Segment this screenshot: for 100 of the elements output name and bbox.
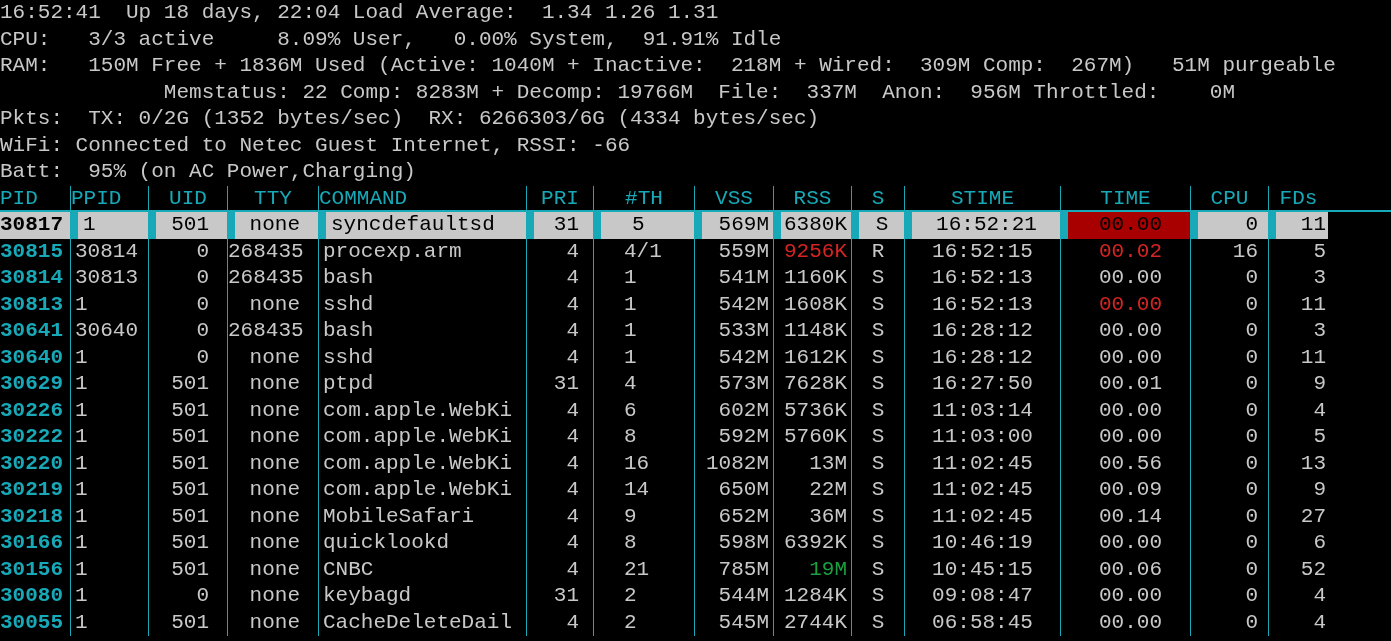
table-cell: none bbox=[227, 556, 318, 583]
table-cell-text: 30814 bbox=[0, 265, 64, 291]
table-cell: S bbox=[851, 477, 904, 504]
table-cell: 4 bbox=[526, 344, 593, 371]
table-cell: 650M bbox=[694, 477, 773, 504]
table-cell: 1612K bbox=[773, 344, 851, 371]
table-cell: 2744K bbox=[773, 609, 851, 636]
table-cell: 268435 bbox=[227, 318, 318, 345]
table-cell: 4 bbox=[526, 556, 593, 583]
table-cell: 501 bbox=[148, 424, 227, 451]
table-cell: 1 bbox=[70, 371, 148, 398]
table-cell: 0 bbox=[148, 238, 227, 265]
table-cell: 1 bbox=[70, 477, 148, 504]
table-cell: 8 bbox=[593, 424, 694, 451]
table-cell: 00.00 bbox=[1060, 291, 1190, 318]
table-cell: S bbox=[851, 212, 904, 239]
table-cell: sshd bbox=[318, 344, 526, 371]
table-cell: 21 bbox=[593, 556, 694, 583]
table-cell-text: 30218 bbox=[0, 503, 64, 530]
column-header[interactable]: PID bbox=[0, 185, 70, 212]
table-cell: bash bbox=[318, 265, 526, 292]
table-cell: 1284K bbox=[773, 583, 851, 610]
table-cell: S bbox=[851, 291, 904, 318]
table-cell: 1 bbox=[70, 291, 148, 318]
table-cell: 501 bbox=[148, 397, 227, 424]
process-row[interactable]: 30817 1 501 none syncdefaultsd 31 5 569M 6380K S 16:52:21 00.00 0 11 bbox=[0, 212, 1391, 239]
process-row[interactable]: 30814 30813 0 268435 bash 4 1 541M 1160K S 16:52:13 00.00 0 3 bbox=[0, 265, 1391, 292]
table-cell: 4 bbox=[1268, 609, 1328, 636]
table-cell: 0 bbox=[1190, 477, 1268, 504]
process-row[interactable]: 30815 30814 0 268435 procexp.arm 4 4/1 559M 9256K R 16:52:15 00.02 16 5 bbox=[0, 238, 1391, 265]
table-cell: none bbox=[227, 291, 318, 318]
table-cell: 4 bbox=[526, 291, 593, 318]
table-cell: S bbox=[851, 371, 904, 398]
table-cell: 1 bbox=[70, 556, 148, 583]
table-cell: S bbox=[851, 583, 904, 610]
process-row[interactable]: 30218 1 501 none MobileSafari 4 9 652M 36M S 11:02:45 00.14 0 27 bbox=[0, 503, 1391, 530]
table-cell: 11:02:45 bbox=[904, 503, 1060, 530]
table-cell-text: 30055 bbox=[0, 609, 64, 636]
status-line: Batt: 95% (on AC Power,Charging) bbox=[0, 159, 417, 185]
process-row[interactable]: 30641 30640 0 268435 bash 4 1 533M 1148K S 16:28:12 00.00 0 3 bbox=[0, 318, 1391, 345]
table-cell: 0 bbox=[1190, 212, 1268, 239]
table-cell: 6380K bbox=[773, 212, 851, 239]
table-cell: 0 bbox=[148, 344, 227, 371]
table-cell: 0 bbox=[148, 265, 227, 292]
table-cell: 0 bbox=[148, 318, 227, 345]
table-cell: S bbox=[851, 503, 904, 530]
table-cell: 501 bbox=[148, 450, 227, 477]
table-cell: 0 bbox=[1190, 397, 1268, 424]
table-cell: 542M bbox=[694, 291, 773, 318]
status-line: WiFi: Connected to Netec Guest Internet, RSSI: -66 bbox=[0, 132, 632, 159]
table-cell: S bbox=[851, 609, 904, 636]
process-row[interactable]: 30219 1 501 none com.apple.WebKi 4 14 650M 22M S 11:02:45 00.09 0 9 bbox=[0, 477, 1391, 504]
process-row[interactable]: 30813 1 0 none sshd 4 1 542M 1608K S 16:52:13 00.00 0 11 bbox=[0, 291, 1391, 318]
process-row[interactable]: 30226 1 501 none com.apple.WebKi 4 6 602M 5736K S 11:03:14 00.00 0 4 bbox=[0, 397, 1391, 424]
table-cell: quicklookd bbox=[318, 530, 526, 557]
table-cell: com.apple.WebKi bbox=[318, 424, 526, 451]
table-cell: S bbox=[851, 530, 904, 557]
table-cell: 4 bbox=[526, 238, 593, 265]
process-row[interactable]: 30222 1 501 none com.apple.WebKi 4 8 592M 5760K S 11:03:00 00.00 0 5 bbox=[0, 424, 1391, 451]
process-row[interactable]: 30055 1 501 none CacheDeleteDail 4 2 545M 2744K S 06:58:45 00.00 0 4 bbox=[0, 609, 1391, 636]
table-cell: 14 bbox=[593, 477, 694, 504]
table-cell: 16:28:12 bbox=[904, 344, 1060, 371]
table-cell: 0 bbox=[1190, 583, 1268, 610]
table-cell: 00.00 bbox=[1060, 609, 1190, 636]
process-row[interactable]: 30220 1 501 none com.apple.WebKi 4 16 1082M 13M S 11:02:45 00.56 0 13 bbox=[0, 450, 1391, 477]
table-cell: 1 bbox=[593, 291, 694, 318]
table-cell: 1 bbox=[70, 530, 148, 557]
table-cell: 1082M bbox=[694, 450, 773, 477]
table-cell: 1 bbox=[70, 503, 148, 530]
table-cell: 00.09 bbox=[1060, 477, 1190, 504]
table-cell: 501 bbox=[148, 503, 227, 530]
table-cell: syncdefaultsd bbox=[318, 212, 526, 239]
table-cell: 11:02:45 bbox=[904, 477, 1060, 504]
table-cell: 16:52:21 bbox=[904, 212, 1060, 239]
table-cell: 2 bbox=[593, 609, 694, 636]
table-cell: 0 bbox=[1190, 556, 1268, 583]
table-cell: 602M bbox=[694, 397, 773, 424]
process-row[interactable]: 30156 1 501 none CNBC 4 21 785M 19M S 10:45:15 00.06 0 52 bbox=[0, 556, 1391, 583]
table-cell: 1 bbox=[70, 583, 148, 610]
table-cell: 06:58:45 bbox=[904, 609, 1060, 636]
status-line: CPU: 3/3 active 8.09% User, 0.00% System, 91.91% Idle bbox=[0, 26, 783, 53]
table-cell: 00.00 bbox=[1060, 397, 1190, 424]
table-cell: 9 bbox=[1268, 371, 1328, 398]
table-cell: 8 bbox=[593, 530, 694, 557]
table-cell: 592M bbox=[694, 424, 773, 451]
table-cell: 00.01 bbox=[1060, 371, 1190, 398]
process-row[interactable]: 30080 1 0 none keybagd 31 2 544M 1284K S 09:08:47 00.00 0 4 bbox=[0, 583, 1391, 610]
table-cell: 5 bbox=[1268, 238, 1328, 265]
process-row[interactable]: 30166 1 501 none quicklookd 4 8 598M 6392K S 10:46:19 00.00 0 6 bbox=[0, 530, 1391, 557]
table-cell: 541M bbox=[694, 265, 773, 292]
process-row[interactable]: 30640 1 0 none sshd 4 1 542M 1612K S 16:28:12 00.00 0 11 bbox=[0, 344, 1391, 371]
table-cell: ptpd bbox=[318, 371, 526, 398]
process-row[interactable]: 30629 1 501 none ptpd 31 4 573M 7628K S 16:27:50 00.01 0 9 bbox=[0, 371, 1391, 398]
table-cell: none bbox=[227, 583, 318, 610]
table-cell: 30814 bbox=[70, 238, 148, 265]
table-cell: 0 bbox=[1190, 344, 1268, 371]
table-cell: 0 bbox=[1190, 371, 1268, 398]
table-cell: 00.00 bbox=[1060, 344, 1190, 371]
table-cell: 0 bbox=[1190, 265, 1268, 292]
table-cell: sshd bbox=[318, 291, 526, 318]
